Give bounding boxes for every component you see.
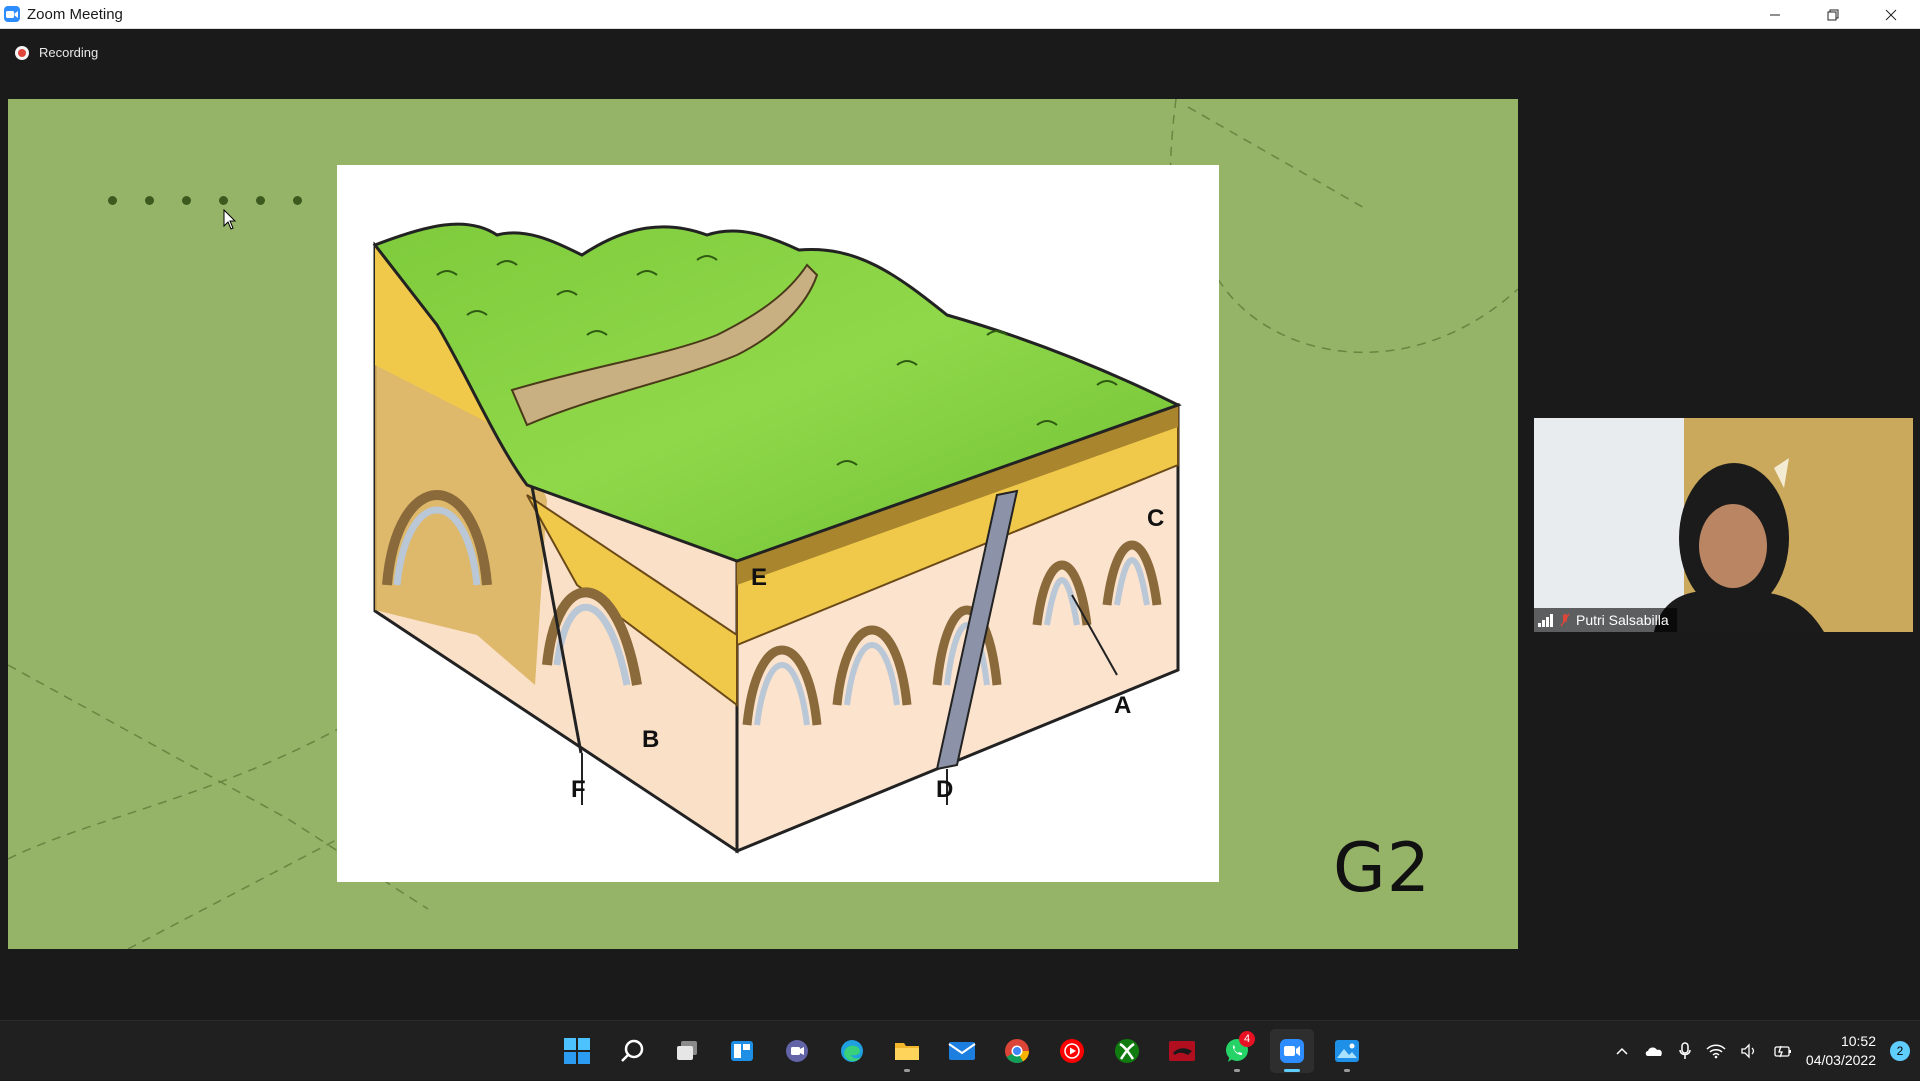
restore-icon: [1827, 9, 1839, 20]
file-explorer-button[interactable]: [885, 1029, 929, 1073]
mail-button[interactable]: [940, 1029, 984, 1073]
volume-icon[interactable]: [1740, 1043, 1758, 1059]
decorative-dots: [108, 196, 302, 205]
edge-icon: [841, 1040, 863, 1062]
figure-label-f: F: [571, 776, 586, 803]
figure-label-b: B: [642, 726, 659, 753]
chrome-icon: [1005, 1039, 1029, 1064]
signal-strength-icon: [1538, 613, 1553, 627]
participant-video-feed: [1534, 418, 1913, 632]
search-icon: [621, 1039, 644, 1062]
recording-icon: [15, 45, 29, 60]
widgets-icon: [731, 1041, 753, 1061]
start-icon: [564, 1038, 590, 1064]
minimize-button[interactable]: [1746, 0, 1804, 29]
onedrive-icon[interactable]: [1644, 1043, 1664, 1059]
photos-button[interactable]: [1325, 1029, 1369, 1073]
figure-label-d: D: [936, 776, 953, 803]
figure-label-a: A: [1114, 692, 1131, 719]
chevron-up-icon[interactable]: [1614, 1043, 1630, 1059]
mail-icon: [948, 1042, 976, 1060]
search-button[interactable]: [610, 1029, 654, 1073]
photos-icon: [1335, 1040, 1359, 1062]
figure-label-c: C: [1147, 505, 1164, 532]
microphone-muted-icon: [1560, 613, 1570, 627]
notification-count[interactable]: 2: [1890, 1041, 1910, 1061]
close-button[interactable]: [1862, 0, 1920, 29]
teams-chat-icon: [786, 1040, 808, 1062]
recording-label: Recording: [39, 45, 99, 60]
youtube-music-icon: [1060, 1039, 1084, 1063]
teams-chat-button[interactable]: [775, 1029, 819, 1073]
participant-name: Putri Salsabilla: [1576, 612, 1669, 628]
microphone-icon[interactable]: [1678, 1042, 1692, 1060]
zoom-app-icon: [4, 6, 20, 22]
chrome-button[interactable]: [995, 1029, 1039, 1073]
figure-label-e: E: [751, 564, 767, 591]
task-view-button[interactable]: [665, 1029, 709, 1073]
geology-block-diagram: A B C D E F: [337, 165, 1219, 882]
running-indicator: [1284, 1069, 1300, 1072]
dot: [256, 196, 265, 205]
wifi-icon[interactable]: [1706, 1043, 1726, 1059]
system-tray: 10:52 04/03/2022 2: [1614, 1021, 1910, 1081]
restore-button[interactable]: [1804, 0, 1862, 29]
window-title-bar: Zoom Meeting: [0, 0, 1920, 29]
notification-badge: 4: [1239, 1031, 1255, 1047]
windows-taskbar: 4 10:52 04/03/2022 2: [0, 1020, 1920, 1080]
zoom-icon: [1280, 1039, 1304, 1063]
recording-indicator[interactable]: Recording: [15, 45, 98, 60]
dot: [145, 196, 154, 205]
zoom-button[interactable]: [1270, 1029, 1314, 1073]
running-indicator: [1344, 1069, 1350, 1072]
youtube-music-button[interactable]: [1050, 1029, 1094, 1073]
mouse-cursor-icon: [223, 209, 237, 230]
block-diagram-illustration: A B C D E F: [372, 222, 1182, 854]
clock-time: 10:52: [1840, 1033, 1876, 1049]
dot: [219, 196, 228, 205]
running-indicator: [904, 1069, 910, 1072]
xbox-icon: [1115, 1039, 1139, 1063]
start-button[interactable]: [555, 1029, 599, 1073]
dot: [293, 196, 302, 205]
close-icon: [1885, 9, 1897, 20]
participant-name-tag: Putri Salsabilla: [1534, 608, 1677, 632]
whatsapp-button[interactable]: 4: [1215, 1029, 1259, 1073]
file-explorer-icon: [895, 1043, 919, 1060]
task-view-icon: [677, 1041, 697, 1060]
running-indicator: [1234, 1069, 1240, 1072]
minimize-icon: [1770, 14, 1780, 15]
battery-icon[interactable]: [1772, 1043, 1792, 1059]
participant-video-tile[interactable]: Putri Salsabilla: [1534, 418, 1913, 632]
clock-date: 04/03/2022: [1805, 1052, 1876, 1068]
xbox-button[interactable]: [1105, 1029, 1149, 1073]
window-title: Zoom Meeting: [27, 5, 123, 23]
red-app-icon: [1169, 1041, 1195, 1061]
edge-button[interactable]: [830, 1029, 874, 1073]
widgets-button[interactable]: [720, 1029, 764, 1073]
dot: [182, 196, 191, 205]
dot: [108, 196, 117, 205]
red-app-button[interactable]: [1160, 1029, 1204, 1073]
clock[interactable]: 10:52 04/03/2022: [1806, 1032, 1876, 1070]
taskbar-apps: 4: [555, 1021, 1369, 1081]
slide-group-label: G2: [1333, 829, 1431, 908]
window-controls: [1746, 0, 1920, 29]
